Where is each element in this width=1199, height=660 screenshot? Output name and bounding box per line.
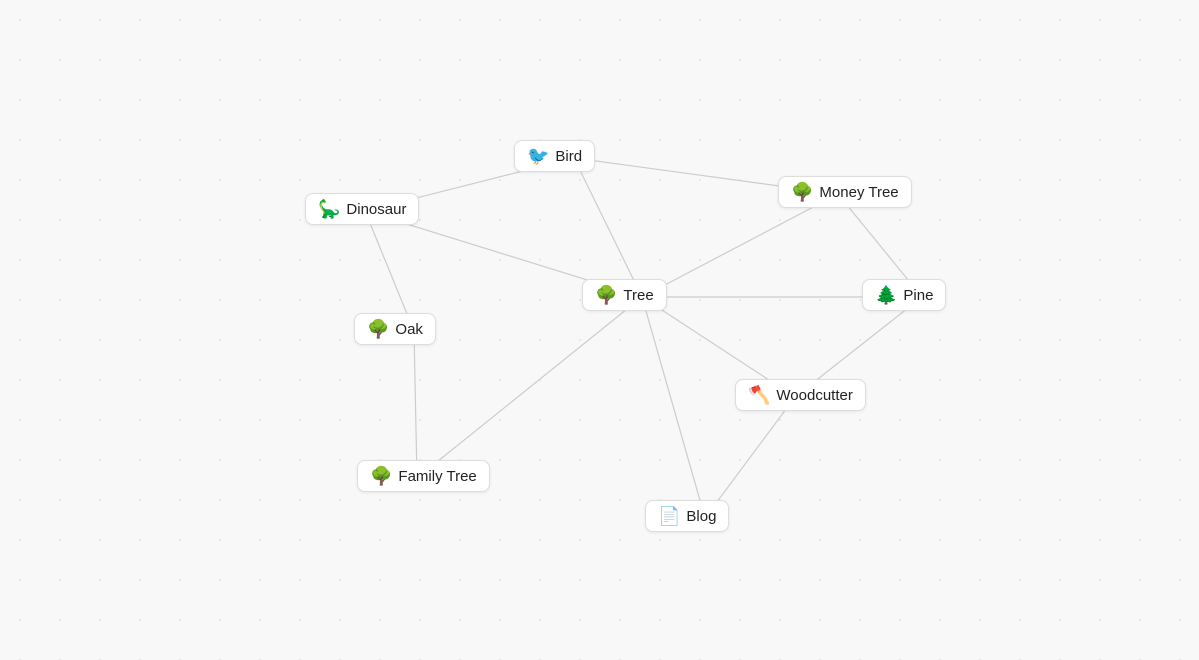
tree-label: Tree [623, 287, 653, 304]
bird-label: Bird [555, 148, 582, 165]
node-bird[interactable]: 🐦 Bird [514, 140, 595, 172]
dinosaur-label: Dinosaur [346, 201, 406, 218]
connections-svg [0, 0, 1199, 660]
node-woodcutter[interactable]: 🪓 Woodcutter [735, 379, 866, 411]
family-tree-icon: 🌳 [370, 467, 392, 485]
pine-label: Pine [903, 287, 933, 304]
node-dinosaur[interactable]: 🦕 Dinosaur [305, 193, 419, 225]
node-oak[interactable]: 🌳 Oak [354, 313, 436, 345]
node-pine[interactable]: 🌲 Pine [862, 279, 946, 311]
oak-label: Oak [395, 321, 423, 338]
node-tree[interactable]: 🌳 Tree [582, 279, 667, 311]
blog-icon: 📄 [658, 507, 680, 525]
node-family-tree[interactable]: 🌳 Family Tree [357, 460, 490, 492]
woodcutter-icon: 🪓 [748, 386, 770, 404]
money-tree-label: Money Tree [819, 184, 898, 201]
dinosaur-icon: 🦕 [318, 200, 340, 218]
bird-icon: 🐦 [527, 147, 549, 165]
oak-icon: 🌳 [367, 320, 389, 338]
node-blog[interactable]: 📄 Blog [645, 500, 729, 532]
money-tree-icon: 🌳 [791, 183, 813, 201]
tree-icon: 🌳 [595, 286, 617, 304]
blog-label: Blog [686, 508, 716, 525]
node-money-tree[interactable]: 🌳 Money Tree [778, 176, 912, 208]
family-tree-label: Family Tree [398, 468, 476, 485]
woodcutter-label: Woodcutter [776, 387, 852, 404]
pine-icon: 🌲 [875, 286, 897, 304]
